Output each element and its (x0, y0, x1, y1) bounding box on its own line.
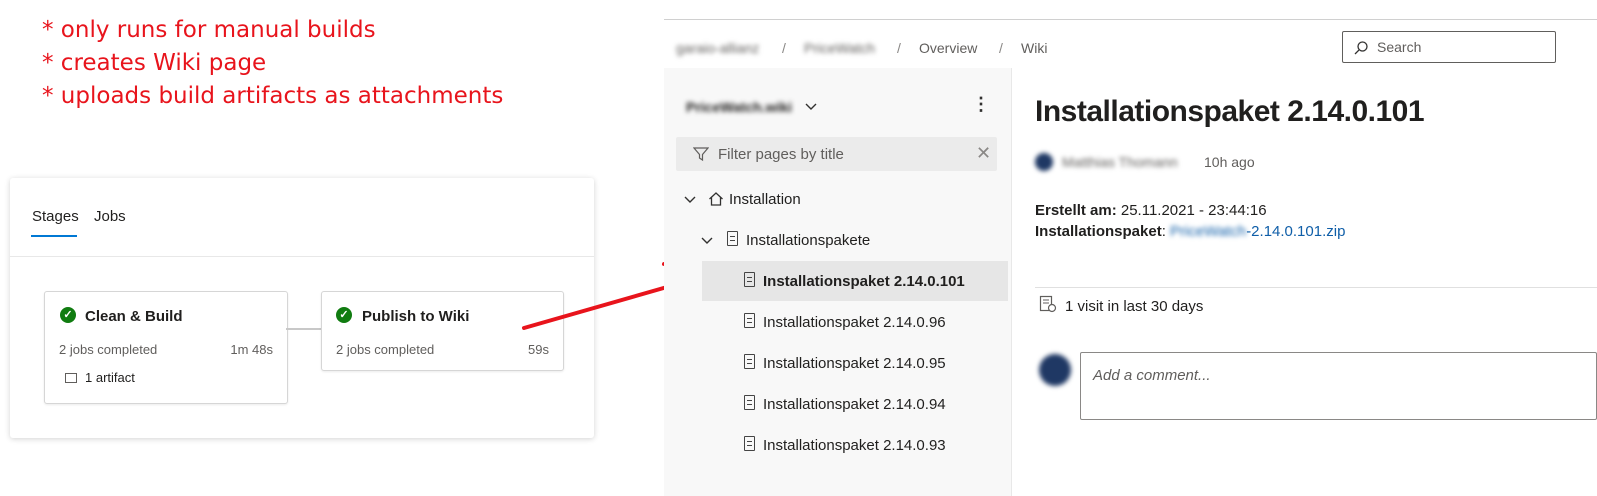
created-value: 25.11.2021 - 23:44:16 (1120, 202, 1267, 219)
annotation-notes: * only runs for manual builds * creates … (42, 14, 503, 113)
chevron-down-icon[interactable] (684, 196, 696, 204)
page-icon (727, 231, 738, 246)
search-icon (1354, 41, 1368, 55)
pipeline-tab-bar: Stages Jobs (10, 178, 594, 257)
tree-item-page[interactable]: Installationspaket 2.14.0.94 (763, 396, 946, 413)
artifact-link[interactable]: 1 artifact (85, 370, 135, 385)
artifact-icon (65, 373, 77, 383)
breadcrumb-org[interactable]: garaio-allianz (676, 40, 759, 56)
tab-jobs[interactable]: Jobs (94, 208, 126, 225)
search-input[interactable]: Search (1377, 39, 1421, 55)
tab-active-indicator (31, 235, 77, 237)
filter-box[interactable]: Filter pages by title ✕ (676, 137, 997, 171)
page-icon (744, 354, 755, 369)
comment-box[interactable]: Add a comment... (1080, 352, 1597, 420)
tree-item-page[interactable]: Installationspaket 2.14.0.95 (763, 355, 946, 372)
wiki-sidebar: PriceWatch.wiki ⋮ Filter pages by title … (664, 68, 1012, 496)
wiki-panel: garaio-allianz / PriceWatch / Overview /… (664, 19, 1597, 496)
chevron-down-icon[interactable] (805, 103, 817, 111)
avatar (1039, 354, 1071, 386)
stage-duration: 1m 48s (230, 342, 273, 357)
breadcrumb-overview[interactable]: Overview (919, 40, 977, 56)
avatar (1035, 153, 1053, 171)
page-icon (744, 436, 755, 451)
page-title: Installationspaket 2.14.0.101 (1035, 95, 1425, 128)
home-icon (709, 192, 723, 206)
filter-icon (693, 147, 709, 162)
stage-clean-build[interactable]: ✓ Clean & Build 2 jobs completed 1m 48s … (44, 291, 288, 404)
page-icon (744, 395, 755, 410)
attachment-link-prefix[interactable]: PriceWatch (1170, 223, 1246, 240)
search-box[interactable]: Search (1342, 31, 1556, 63)
breadcrumb-wiki[interactable]: Wiki (1021, 40, 1047, 56)
divider (1035, 287, 1597, 288)
note-line: * only runs for manual builds (42, 17, 376, 43)
page-timestamp: 10h ago (1204, 154, 1255, 170)
created-label: Erstellt am: (1035, 202, 1117, 219)
success-check-icon: ✓ (60, 307, 76, 323)
clear-filter-icon[interactable]: ✕ (976, 143, 991, 164)
wiki-selector[interactable]: PriceWatch.wiki (686, 99, 792, 115)
tree-item-page[interactable]: Installationspaket 2.14.0.96 (763, 314, 946, 331)
stage-status: 2 jobs completed (59, 342, 158, 357)
page-icon (744, 272, 755, 287)
filter-input[interactable]: Filter pages by title (718, 146, 844, 163)
stage-connector (286, 328, 322, 330)
tree-item-page[interactable]: Installationspaket 2.14.0.101 (763, 273, 965, 290)
breadcrumb-project[interactable]: PriceWatch (804, 40, 875, 56)
tab-stages[interactable]: Stages (32, 208, 79, 225)
comment-input[interactable]: Add a comment... (1093, 367, 1211, 384)
note-line: * uploads build artifacts as attachments (42, 83, 504, 109)
note-line: * creates Wiki page (42, 50, 267, 76)
tree-item-installation[interactable]: Installation (729, 191, 801, 208)
chevron-down-icon[interactable] (701, 237, 713, 245)
created-row: Erstellt am: 25.11.2021 - 23:44:16 (1035, 202, 1267, 219)
package-label: Installationspaket (1035, 223, 1162, 240)
attachment-link[interactable]: -2.14.0.101.zip (1246, 223, 1345, 240)
stage-status: 2 jobs completed (336, 342, 435, 357)
page-visits-icon (1039, 295, 1057, 313)
author-name[interactable]: Matthias Thomann (1062, 154, 1178, 170)
visit-count: 1 visit in last 30 days (1065, 298, 1204, 315)
stage-title: Clean & Build (85, 308, 183, 325)
more-options-icon[interactable]: ⋮ (972, 94, 990, 115)
stage-title: Publish to Wiki (362, 308, 470, 325)
tree-item-page[interactable]: Installationspaket 2.14.0.93 (763, 437, 946, 454)
package-row: Installationspaket: PriceWatch-2.14.0.10… (1035, 223, 1346, 240)
stage-duration: 59s (528, 342, 549, 357)
page-icon (744, 313, 755, 328)
tree-item-installationspakete[interactable]: Installationspakete (746, 232, 870, 249)
success-check-icon: ✓ (336, 307, 352, 323)
